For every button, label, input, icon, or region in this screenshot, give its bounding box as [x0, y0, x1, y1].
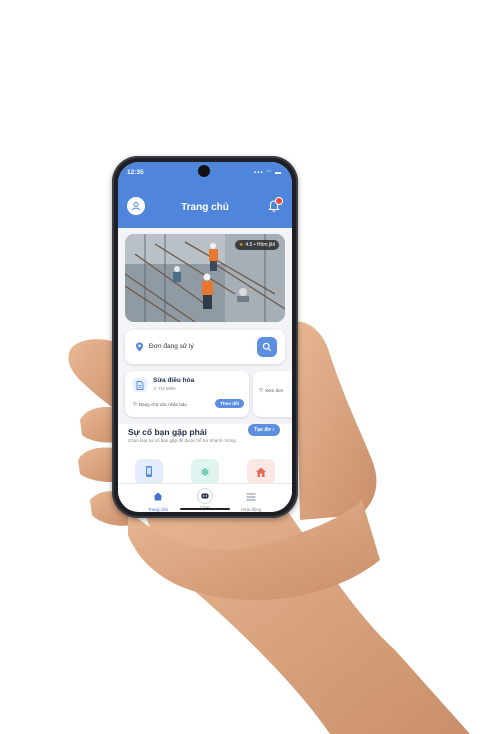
- request-card-2[interactable]: ◷ Xem đơn: [253, 371, 292, 417]
- page-title: Trang chủ: [181, 202, 229, 213]
- house-icon: [256, 467, 266, 477]
- category-phone-repair[interactable]: [135, 459, 163, 485]
- category-air-conditioner[interactable]: ❄: [191, 459, 219, 485]
- app-screen: 12:35 ▪▪▪ ◠ ▬ Trang chủ ★ 4.5 • Hôm jibl…: [118, 162, 292, 512]
- promo-banner[interactable]: ★ 4.5 • Hôm jibl: [125, 234, 285, 322]
- request-subtitle-text: Trọ Minh: [158, 386, 176, 391]
- status-indicators: ▪▪▪ ◠ ▬: [254, 170, 282, 176]
- search-icon: [262, 342, 272, 352]
- rating-badge: ★ 4.5 • Hôm jibl: [234, 240, 279, 250]
- request-subtitle: ♙ Trọ Minh: [153, 386, 176, 392]
- request-card-2-status-text: Xem đơn: [264, 387, 284, 393]
- request-title: Sửa điều hòa: [153, 377, 195, 384]
- status-time: 12:35: [127, 169, 144, 176]
- star-icon: ★: [238, 242, 244, 248]
- tab-home[interactable]: Trang chủ: [133, 488, 183, 512]
- camera-notch: [198, 165, 210, 177]
- chevron-right-icon: ›: [272, 427, 274, 433]
- create-order-label: Tạo đơ: [254, 427, 271, 433]
- phone-device: 12:35 ▪▪▪ ◠ ▬ Trang chủ ★ 4.5 • Hôm jibl…: [112, 156, 298, 518]
- issue-section-description: Chọn loại sự cố bạn gặp để được hỗ trợ n…: [128, 438, 236, 443]
- phone-repair-icon: [146, 466, 152, 477]
- request-status: ◷ Dang chở xác nhận báo: [133, 401, 187, 407]
- home-indicator: [180, 508, 230, 510]
- notification-dot: [275, 197, 283, 205]
- person-icon: ♙: [153, 386, 158, 391]
- category-house[interactable]: [247, 459, 275, 485]
- location-pin-icon: [136, 342, 143, 352]
- chat-button[interactable]: [197, 488, 213, 504]
- search-button[interactable]: [257, 337, 277, 357]
- document-icon: [133, 378, 147, 392]
- order-search-card[interactable]: Đơn đang sử lý: [125, 330, 285, 364]
- request-status-text: Dang chở xác nhận báo: [138, 401, 187, 407]
- request-card-2-status: ◷ Xem đơn: [259, 387, 283, 393]
- create-order-button[interactable]: Tạo đơ ›: [248, 424, 280, 436]
- track-button[interactable]: Theo dõi: [215, 399, 244, 408]
- tab-activity[interactable]: Hoạt động: [226, 488, 276, 512]
- tab-chat[interactable]: Chat: [180, 488, 230, 510]
- tab-home-label: Trang chủ: [147, 507, 169, 512]
- bottom-tab-bar: Trang chủ Chat Hoạt động: [118, 483, 292, 512]
- rating-badge-text: 4.5 • Hôm jibl: [245, 242, 275, 248]
- snowflake-icon: ❄: [200, 466, 210, 479]
- chat-bot-icon: [201, 493, 209, 499]
- notification-button[interactable]: [267, 197, 283, 213]
- clock-icon: ◷: [259, 387, 263, 392]
- issue-section-title: Sự cố bạn gặp phải: [128, 427, 207, 437]
- request-card[interactable]: Sửa điều hòa ♙ Trọ Minh ◷ Dang chở xác n…: [125, 371, 249, 417]
- list-icon: [246, 493, 256, 501]
- search-text: Đơn đang sử lý: [149, 343, 194, 350]
- home-icon: [153, 492, 163, 501]
- clock-icon: ◷: [133, 401, 137, 406]
- tab-activity-label: Hoạt động: [240, 507, 262, 512]
